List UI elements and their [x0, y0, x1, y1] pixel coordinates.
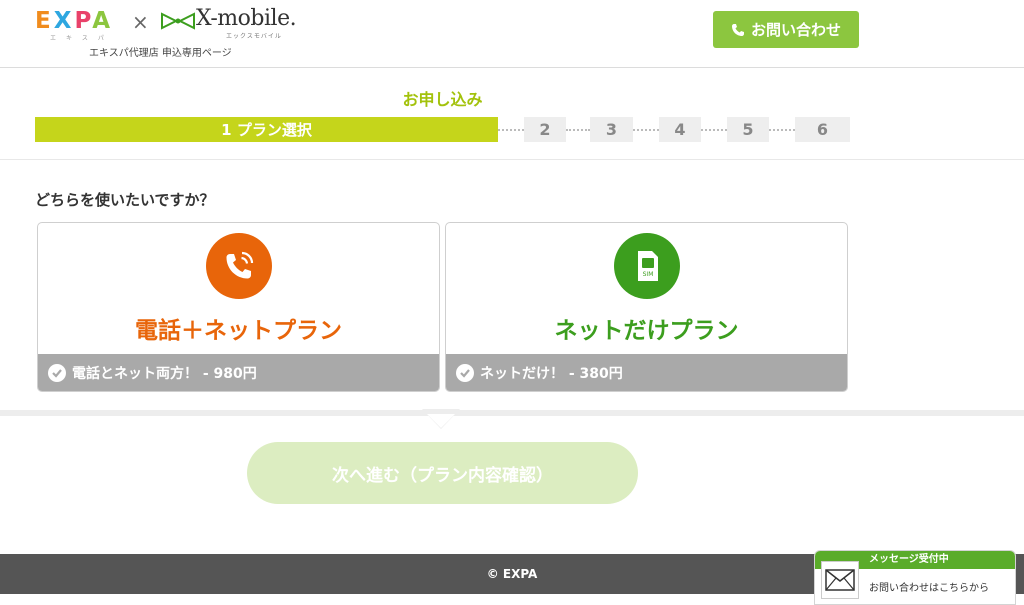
ribbon-logo-icon — [161, 12, 195, 30]
phone-call-icon — [205, 233, 272, 299]
check-icon — [48, 363, 66, 382]
section-band — [0, 410, 1024, 416]
contact-button-label: お問い合わせ — [750, 21, 841, 39]
chat-widget[interactable]: メッセージ受付中 お問い合わせはこちらから — [814, 550, 1016, 605]
step-connector — [769, 129, 795, 131]
step-connector — [498, 129, 524, 131]
plan-card-phone-net[interactable]: 電話＋ネットプラン 電話とネット両方！ - 980円 — [37, 222, 440, 392]
xmobile-logo-kana: エックスモバイル — [226, 33, 282, 40]
next-button[interactable]: 次へ進む（プラン内容確認） — [247, 442, 638, 504]
copyright: © EXPA — [486, 567, 538, 581]
steps-title: お申し込み — [402, 90, 483, 109]
site-header: EXPA エキスパ × X-mobile. エックスモバイル エキスパ代理店 申… — [0, 0, 1024, 68]
step-5: 5 — [727, 117, 769, 142]
check-icon — [456, 363, 474, 382]
step-connector — [633, 129, 659, 131]
svg-text:SIM: SIM — [642, 271, 653, 278]
contact-button[interactable]: お問い合わせ — [713, 11, 859, 48]
step-1-active: 1 プラン選択 — [35, 117, 498, 142]
sim-card-icon: SIM — [613, 233, 680, 299]
step-4: 4 — [659, 117, 701, 142]
divider — [0, 159, 1024, 160]
chat-body: お問い合わせはこちらから — [869, 583, 989, 594]
plan-price: 電話とネット両方！ - 980円 — [72, 365, 257, 382]
step-connector — [566, 129, 590, 131]
plan-card-net-only[interactable]: SIM ネットだけプラン ネットだけ！ - 380円 — [445, 222, 848, 392]
expa-logo[interactable]: EXPA — [35, 8, 113, 34]
step-3: 3 — [590, 117, 633, 142]
plan-price: ネットだけ！ - 380円 — [480, 365, 623, 382]
expa-logo-kana: エキスパ — [50, 35, 114, 42]
page: EXPA エキスパ × X-mobile. エックスモバイル エキスパ代理店 申… — [0, 0, 1024, 605]
xmobile-logo[interactable]: X-mobile. — [196, 6, 297, 31]
plan-question: どちらを使いたいですか？ — [35, 191, 215, 209]
step-6: 6 — [795, 117, 850, 142]
plan-name: 電話＋ネットプラン — [135, 318, 342, 344]
step-2: 2 — [524, 117, 566, 142]
down-pointer-inner — [427, 414, 455, 428]
plan-name: ネットだけプラン — [554, 318, 739, 344]
envelope-icon — [821, 561, 859, 599]
phone-icon — [731, 23, 744, 36]
times-sign: × — [132, 10, 149, 34]
agent-note: エキスパ代理店 申込専用ページ — [89, 48, 232, 59]
step-connector — [701, 129, 727, 131]
plan-footer: ネットだけ！ - 380円 — [446, 354, 847, 391]
plan-footer: 電話とネット両方！ - 980円 — [38, 354, 439, 391]
